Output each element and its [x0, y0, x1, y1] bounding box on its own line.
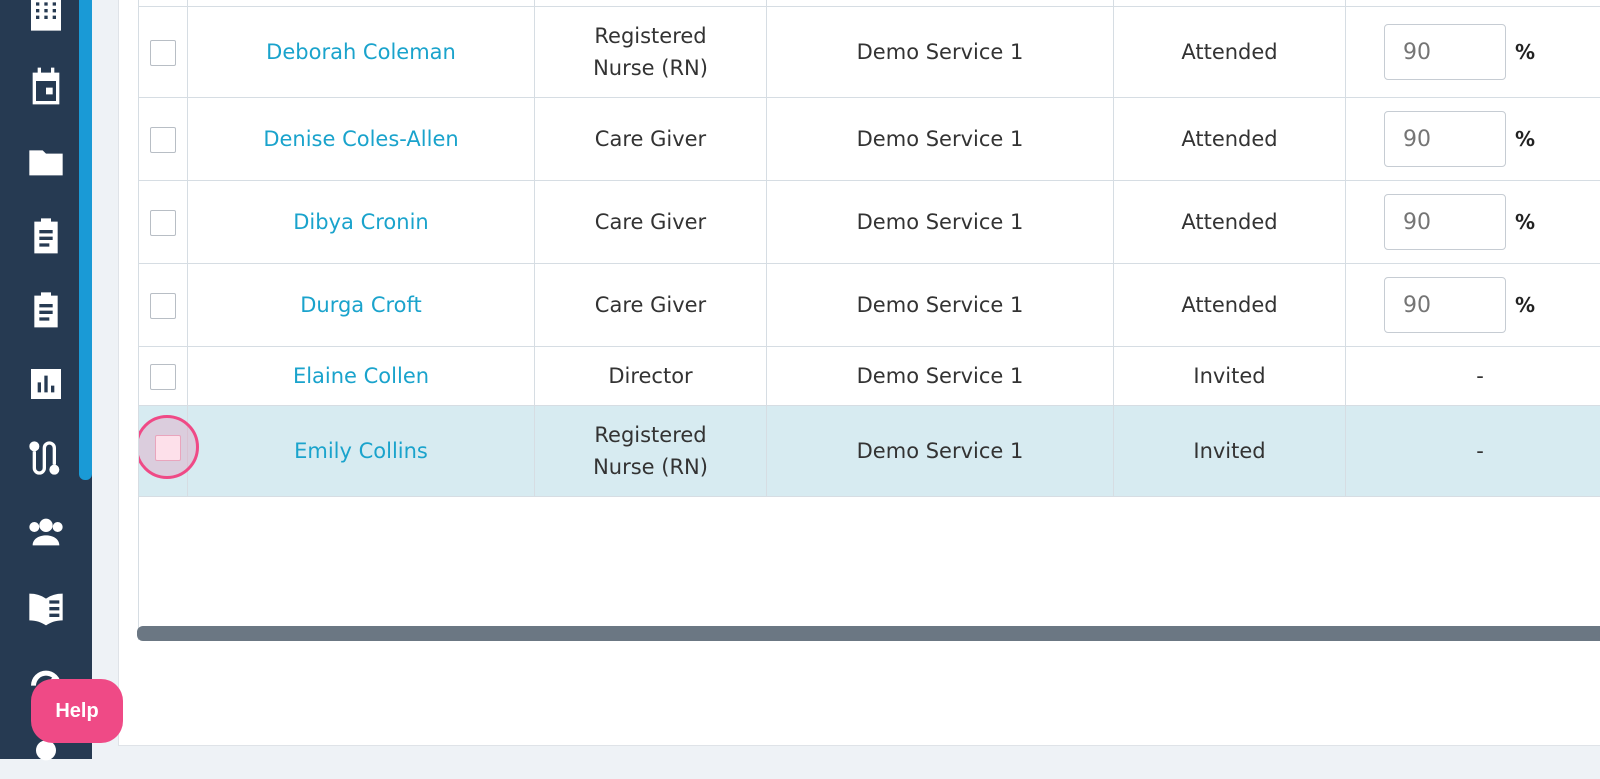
calendar-icon[interactable] — [24, 64, 68, 108]
attendees-table: Deborah Coleman Registered Nurse (RN) De… — [138, 0, 1600, 640]
attendee-service: Demo Service 1 — [856, 439, 1024, 463]
attendance-status: Attended — [1181, 40, 1278, 64]
attendee-role: Care Giver — [594, 210, 707, 234]
table-row: Denise Coles-Allen Care Giver Demo Servi… — [139, 97, 1600, 181]
row-checkbox[interactable] — [150, 293, 176, 319]
attendee-name-link[interactable]: Durga Croft — [300, 293, 422, 317]
horizontal-scrollbar[interactable] — [137, 626, 1600, 641]
table-row-selected: Emily Collins Registered Nurse (RN) Demo… — [139, 405, 1600, 497]
score-input[interactable] — [1384, 194, 1506, 250]
score-input[interactable] — [1384, 24, 1506, 80]
folder-icon[interactable] — [24, 140, 68, 184]
attendee-role: Director — [608, 364, 693, 388]
table-row: Deborah Coleman Registered Nurse (RN) De… — [139, 6, 1600, 98]
row-checkbox[interactable] — [150, 364, 176, 390]
help-button[interactable]: Help — [31, 679, 123, 743]
clipboard-list-icon[interactable] — [24, 287, 68, 331]
table-row: Dibya Cronin Care Giver Demo Service 1 A… — [139, 180, 1600, 264]
percent-label: % — [1515, 210, 1536, 234]
attendee-name-link[interactable]: Elaine Collen — [293, 364, 429, 388]
attendee-service: Demo Service 1 — [856, 40, 1024, 64]
attendee-role: Registered Nurse (RN) — [593, 423, 708, 479]
attendance-status: Attended — [1181, 210, 1278, 234]
row-checkbox[interactable] — [150, 127, 176, 153]
checkbox-focus-ring — [139, 414, 199, 479]
table-row: Durga Croft Care Giver Demo Service 1 At… — [139, 263, 1600, 347]
clipboard-icon[interactable] — [24, 213, 68, 257]
score-input[interactable] — [1384, 277, 1506, 333]
attendee-name-link[interactable]: Dibya Cronin — [293, 210, 428, 234]
row-checkbox[interactable] — [150, 210, 176, 236]
building-icon[interactable] — [24, 0, 68, 36]
attendee-name-link[interactable]: Deborah Coleman — [266, 40, 456, 64]
score-empty: - — [1476, 439, 1484, 463]
score-input[interactable] — [1384, 111, 1506, 167]
attendee-role: Care Giver — [594, 127, 707, 151]
row-checkbox[interactable] — [155, 434, 181, 461]
row-checkbox[interactable] — [150, 40, 176, 66]
attendee-service: Demo Service 1 — [856, 127, 1024, 151]
attendee-role: Care Giver — [594, 293, 707, 317]
percent-label: % — [1515, 40, 1536, 64]
attendee-service: Demo Service 1 — [856, 293, 1024, 317]
attendance-status: Invited — [1193, 364, 1266, 388]
chart-icon[interactable] — [24, 362, 68, 406]
route-icon[interactable] — [24, 436, 68, 480]
percent-label: % — [1515, 293, 1536, 317]
table-row: Elaine Collen Director Demo Service 1 In… — [139, 346, 1600, 406]
attendee-name-link[interactable]: Denise Coles-Allen — [263, 127, 458, 151]
score-empty: - — [1476, 364, 1484, 388]
percent-label: % — [1515, 127, 1536, 151]
attendee-service: Demo Service 1 — [856, 364, 1024, 388]
sidebar-scroll-indicator[interactable] — [79, 0, 92, 480]
attendee-name-link[interactable]: Emily Collins — [294, 439, 428, 463]
users-icon[interactable] — [24, 510, 68, 554]
book-icon[interactable] — [24, 585, 68, 629]
sidebar — [0, 0, 92, 761]
attendance-status: Attended — [1181, 293, 1278, 317]
attendee-role: Registered Nurse (RN) — [593, 24, 708, 80]
attendee-service: Demo Service 1 — [856, 210, 1024, 234]
attendance-status: Invited — [1193, 439, 1266, 463]
attendance-status: Attended — [1181, 127, 1278, 151]
